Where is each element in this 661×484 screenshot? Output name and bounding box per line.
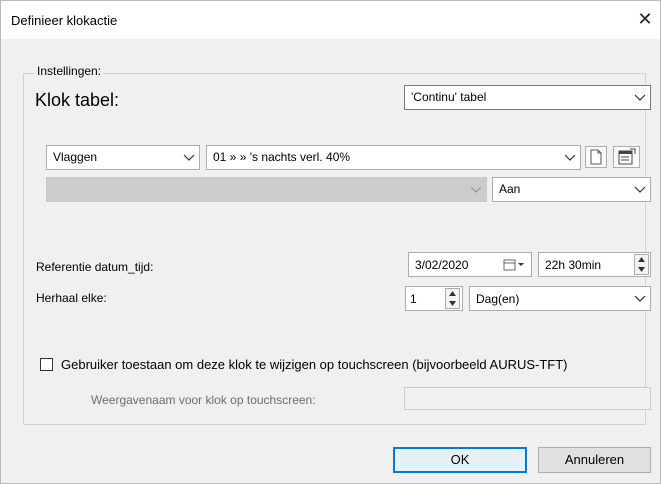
window-title: Definieer klokactie (11, 13, 118, 28)
chevron-down-icon (634, 186, 646, 193)
settings-group (23, 73, 646, 425)
spin-up-icon[interactable] (446, 289, 459, 299)
reference-date-picker[interactable]: 3/02/2020 (408, 252, 532, 277)
chevron-down-icon (183, 154, 195, 161)
properties-icon (618, 148, 635, 165)
reference-label: Referentie datum_tijd: (36, 260, 154, 274)
action-item-select[interactable]: 01 » » 's nachts verl. 40% (206, 145, 581, 170)
close-icon[interactable]: ✕ (630, 1, 660, 39)
repeat-count-spinner[interactable] (445, 288, 460, 309)
repeat-unit-select[interactable]: Dag(en) (469, 286, 651, 311)
chevron-down-icon (564, 154, 576, 161)
action-item-value: 01 » » 's nachts verl. 40% (213, 150, 351, 164)
chevron-down-icon (634, 94, 646, 101)
title-bar: Definieer klokactie ✕ (1, 1, 660, 39)
reference-time-value: 22h 30min (545, 258, 602, 272)
spin-down-icon[interactable] (446, 299, 459, 309)
new-document-button[interactable] (585, 146, 607, 168)
repeat-unit-value: Dag(en) (476, 292, 520, 306)
action-sub-select[interactable] (46, 177, 487, 202)
chevron-down-icon (634, 295, 646, 302)
clock-table-value: 'Continu' tabel (411, 90, 487, 104)
clock-table-select[interactable]: 'Continu' tabel (404, 85, 651, 110)
settings-group-label: Instellingen: (35, 64, 104, 78)
reference-date-value: 3/02/2020 (415, 258, 469, 272)
spin-down-icon[interactable] (635, 265, 648, 275)
clock-table-label: Klok tabel: (35, 90, 120, 110)
touchscreen-checkbox-label[interactable]: Gebruiker toestaan om deze klok te wijzi… (61, 357, 568, 372)
properties-button[interactable] (613, 146, 640, 168)
action-state-select[interactable]: Aan (492, 177, 651, 202)
action-type-select[interactable]: Vlaggen (46, 145, 200, 170)
new-document-icon (590, 149, 602, 165)
chevron-down-icon (470, 186, 482, 193)
touchscreen-name-input[interactable] (404, 387, 651, 410)
action-type-value: Vlaggen (53, 150, 98, 164)
calendar-icon (503, 259, 524, 271)
cancel-button[interactable]: Annuleren (538, 447, 651, 473)
time-spinner[interactable] (634, 254, 649, 275)
touchscreen-checkbox[interactable] (40, 358, 53, 371)
touchscreen-name-label: Weergavenaam voor klok op touchscreen: (91, 393, 316, 407)
spin-up-icon[interactable] (635, 255, 648, 265)
ok-button[interactable]: OK (393, 447, 527, 473)
repeat-label: Herhaal elke: (36, 291, 107, 305)
action-state-value: Aan (499, 182, 521, 196)
dialog-window: Definieer klokactie ✕ Instellingen: Klok… (0, 0, 661, 484)
repeat-count-value: 1 (410, 292, 417, 306)
